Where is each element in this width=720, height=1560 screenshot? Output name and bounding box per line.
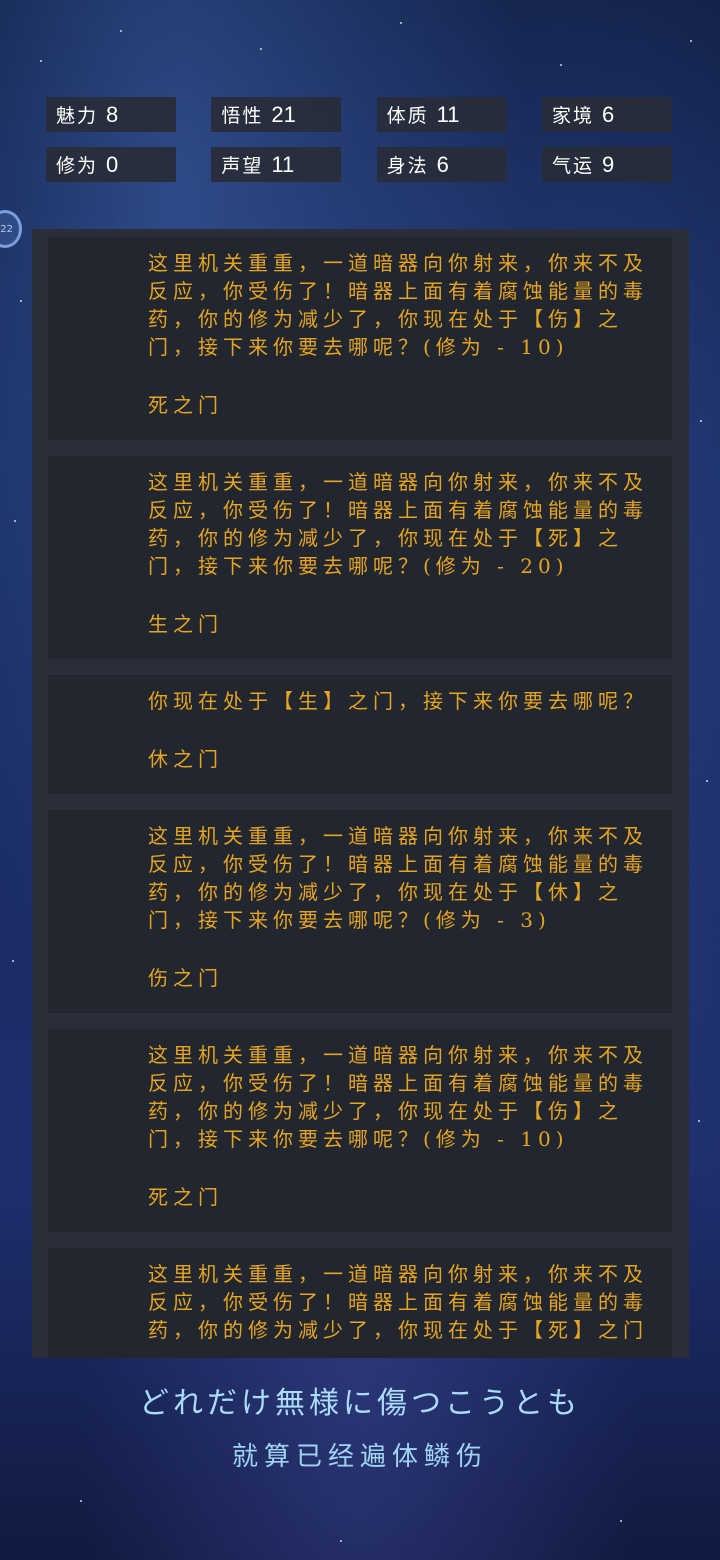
stat-value: 21: [271, 101, 296, 127]
log-choice-text: 死之门: [148, 1185, 223, 1209]
event-log-list: 这里机关重重，一道暗器向你射来，你来不及反应，你受伤了！暗器上面有着腐蚀能量的毒…: [48, 237, 672, 1358]
log-item: 你现在处于【生】之门，接下来你要去哪呢？ 休之门: [48, 675, 672, 794]
stat-reputation: 声望 11: [211, 147, 342, 182]
attribute-panel: 魅力 8 悟性 21 体质 11 家境 6 修为 0 声望 11 身法 6 气运: [46, 97, 672, 197]
stat-value: 11: [436, 101, 460, 127]
stat-luck: 气运 9: [541, 147, 672, 182]
lyric-chinese: 就算已经遍体鳞伤: [231, 1442, 488, 1472]
floating-age-badge[interactable]: 22: [0, 210, 22, 248]
log-choice-text: 生之门: [148, 612, 223, 636]
stat-label: 修为: [56, 155, 99, 177]
stat-label: 体质: [386, 105, 429, 127]
log-item: 这里机关重重，一道暗器向你射来，你来不及反应，你受伤了！暗器上面有着腐蚀能量的毒…: [48, 237, 672, 440]
attribute-row: 修为 0 声望 11 身法 6 气运 9: [46, 147, 672, 182]
log-choice-text: 休之门: [148, 747, 223, 771]
stat-value: 9: [602, 151, 615, 177]
log-item: 这里机关重重，一道暗器向你射来，你来不及反应，你受伤了！暗器上面有着腐蚀能量的毒…: [48, 810, 672, 1013]
log-event-text: 这里机关重重，一道暗器向你射来，你来不及反应，你受伤了！暗器上面有着腐蚀能量的毒…: [148, 251, 648, 359]
log-event-text: 这里机关重重，一道暗器向你射来，你来不及反应，你受伤了！暗器上面有着腐蚀能量的毒…: [148, 470, 648, 578]
stat-value: 6: [602, 101, 615, 127]
stat-label: 悟性: [221, 105, 264, 127]
log-choice-text: 伤之门: [148, 966, 223, 990]
log-item: 这里机关重重，一道暗器向你射来，你来不及反应，你受伤了！暗器上面有着腐蚀能量的毒…: [48, 1248, 672, 1358]
event-log-panel[interactable]: 这里机关重重，一道暗器向你射来，你来不及反应，你受伤了！暗器上面有着腐蚀能量的毒…: [32, 229, 689, 1358]
stat-label: 气运: [551, 155, 594, 177]
attribute-row: 魅力 8 悟性 21 体质 11 家境 6: [46, 97, 672, 132]
stat-label: 魅力: [56, 105, 99, 127]
stat-value: 6: [436, 151, 449, 177]
stat-family: 家境 6: [541, 97, 672, 132]
log-event-text: 这里机关重重，一道暗器向你射来，你来不及反应，你受伤了！暗器上面有着腐蚀能量的毒…: [148, 1043, 648, 1151]
stat-label: 家境: [551, 105, 594, 127]
stat-value: 8: [106, 101, 119, 127]
stat-comprehension: 悟性 21: [211, 97, 342, 132]
badge-number: 22: [0, 223, 13, 235]
lyric-japanese: どれだけ無様に傷つこうとも: [139, 1386, 581, 1421]
stat-label: 声望: [221, 155, 264, 177]
log-event-text: 这里机关重重，一道暗器向你射来，你来不及反应，你受伤了！暗器上面有着腐蚀能量的毒…: [148, 1262, 648, 1342]
log-event-text: 这里机关重重，一道暗器向你射来，你来不及反应，你受伤了！暗器上面有着腐蚀能量的毒…: [148, 824, 648, 932]
stat-agility: 身法 6: [376, 147, 507, 182]
log-item: 这里机关重重，一道暗器向你射来，你来不及反应，你受伤了！暗器上面有着腐蚀能量的毒…: [48, 456, 672, 659]
log-event-text: 你现在处于【生】之门，接下来你要去哪呢？: [148, 689, 648, 713]
stat-cultivation: 修为 0: [46, 147, 176, 182]
stat-value: 11: [271, 151, 295, 177]
log-item: 这里机关重重，一道暗器向你射来，你来不及反应，你受伤了！暗器上面有着腐蚀能量的毒…: [48, 1029, 672, 1232]
stat-constitution: 体质 11: [376, 97, 507, 132]
stat-label: 身法: [386, 155, 429, 177]
stat-value: 0: [106, 151, 119, 177]
stat-charm: 魅力 8: [46, 97, 176, 132]
log-choice-text: 死之门: [148, 393, 223, 417]
